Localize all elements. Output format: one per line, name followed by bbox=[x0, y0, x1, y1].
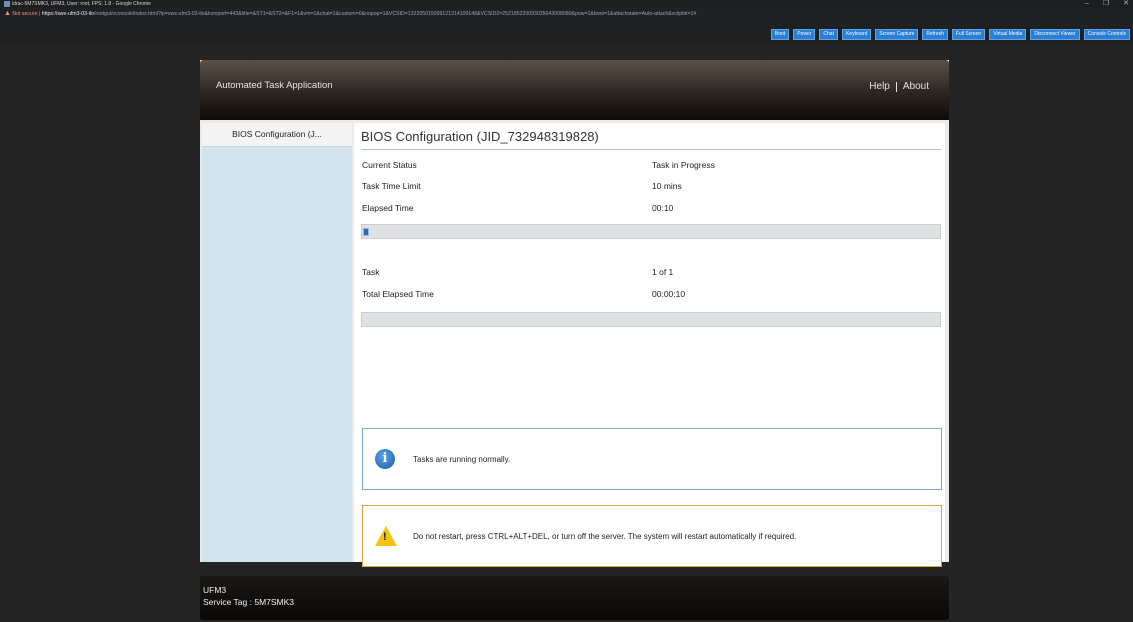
warning-icon: ▲ bbox=[4, 10, 11, 17]
info-icon: i bbox=[375, 449, 395, 469]
sidebar-item-bios-configuration[interactable]: BIOS Configuration (J... bbox=[202, 123, 352, 147]
help-link[interactable]: Help bbox=[869, 81, 890, 92]
task-label: Task bbox=[362, 267, 380, 277]
not-secure-label[interactable]: Not secure bbox=[12, 11, 37, 17]
service-tag: Service Tag : 5M7SMK3 bbox=[203, 597, 295, 607]
disconnect-viewer-button[interactable]: Disconnect Viewer bbox=[1030, 29, 1080, 40]
elapsed-time-label: Elapsed Time bbox=[362, 203, 414, 213]
page-title: BIOS Configuration (JID_732948319828) bbox=[361, 127, 941, 150]
url-line[interactable]: ▲ Not secure | https://swx-ufm3-03-ilo/r… bbox=[4, 9, 696, 19]
app-nav: Help About bbox=[869, 81, 929, 92]
url-path[interactable]: /restgui/vconsole/index.html?ip=swx-ufm3… bbox=[94, 11, 696, 17]
remote-console[interactable]: Automated Task Application Help About BI… bbox=[0, 44, 1133, 622]
server-host-name: UFM3 bbox=[203, 585, 227, 595]
console-controls-button[interactable]: Console Controls bbox=[1083, 29, 1130, 40]
about-link[interactable]: About bbox=[903, 81, 929, 92]
time-limit-value: 10 mins bbox=[652, 181, 682, 191]
current-status-label: Current Status bbox=[362, 160, 417, 170]
total-elapsed-label: Total Elapsed Time bbox=[362, 289, 434, 299]
warning-message-text: Do not restart, press CTRL+ALT+DEL, or t… bbox=[413, 532, 797, 541]
browser-title-bar: idrac-5M7SMK3, UFM3, User: root, FPS: 1.… bbox=[0, 0, 1133, 8]
close-icon[interactable]: ✕ bbox=[1123, 0, 1129, 8]
power-button[interactable]: Power bbox=[793, 29, 816, 40]
app-body: BIOS Configuration (J... BIOS Configurat… bbox=[200, 120, 949, 567]
app-header: Automated Task Application Help About bbox=[200, 60, 949, 120]
elapsed-time-value: 00:10 bbox=[652, 203, 674, 213]
warning-triangle-icon: ! bbox=[375, 526, 397, 546]
current-status-value: Task in Progress bbox=[652, 160, 715, 170]
nav-divider bbox=[895, 81, 897, 92]
info-message: i Tasks are running normally. bbox=[362, 428, 942, 490]
server-footer: UFM3 Service Tag : 5M7SMK3 bbox=[200, 576, 949, 620]
chat-button[interactable]: Chat bbox=[819, 29, 838, 40]
browser-app-icon bbox=[4, 1, 10, 7]
overall-progress-bar bbox=[361, 312, 941, 327]
task-progress-bar bbox=[361, 224, 941, 239]
automated-task-app: Automated Task Application Help About BI… bbox=[200, 60, 949, 567]
minimize-icon[interactable]: – bbox=[1085, 0, 1089, 8]
url-host[interactable]: https://swx-ufm3-03-ilo bbox=[42, 11, 94, 17]
task-sidebar: BIOS Configuration (J... bbox=[202, 123, 352, 562]
warning-message: ! Do not restart, press CTRL+ALT+DEL, or… bbox=[362, 505, 942, 567]
window-title: idrac-5M7SMK3, UFM3, User: root, FPS: 1.… bbox=[12, 1, 151, 7]
time-limit-label: Task Time Limit bbox=[362, 181, 421, 191]
task-count-value: 1 of 1 bbox=[652, 267, 674, 277]
maximize-icon[interactable]: ❐ bbox=[1103, 0, 1109, 8]
address-bar[interactable]: ▲ Not secure | https://swx-ufm3-03-ilo/r… bbox=[0, 8, 1133, 26]
task-progress-fill bbox=[363, 228, 369, 236]
boot-button[interactable]: Boot bbox=[770, 29, 790, 40]
keyboard-button[interactable]: Keyboard bbox=[841, 29, 872, 40]
url-separator: | bbox=[38, 11, 41, 17]
full-screen-button[interactable]: Full Screen bbox=[951, 29, 986, 40]
info-message-text: Tasks are running normally. bbox=[413, 455, 511, 464]
screen-capture-button[interactable]: Screen Capture bbox=[875, 29, 919, 40]
window-controls: – ❐ ✕ bbox=[1085, 0, 1129, 8]
refresh-button[interactable]: Refresh bbox=[922, 29, 948, 40]
virtual-media-button[interactable]: Virtual Media bbox=[989, 29, 1027, 40]
total-elapsed-value: 00:00:10 bbox=[652, 289, 686, 299]
task-details: BIOS Configuration (JID_732948319828) Cu… bbox=[354, 123, 945, 567]
viewer-toolbar: Boot Power Chat Keyboard Screen Capture … bbox=[770, 29, 1130, 40]
app-title: Automated Task Application bbox=[216, 80, 333, 91]
